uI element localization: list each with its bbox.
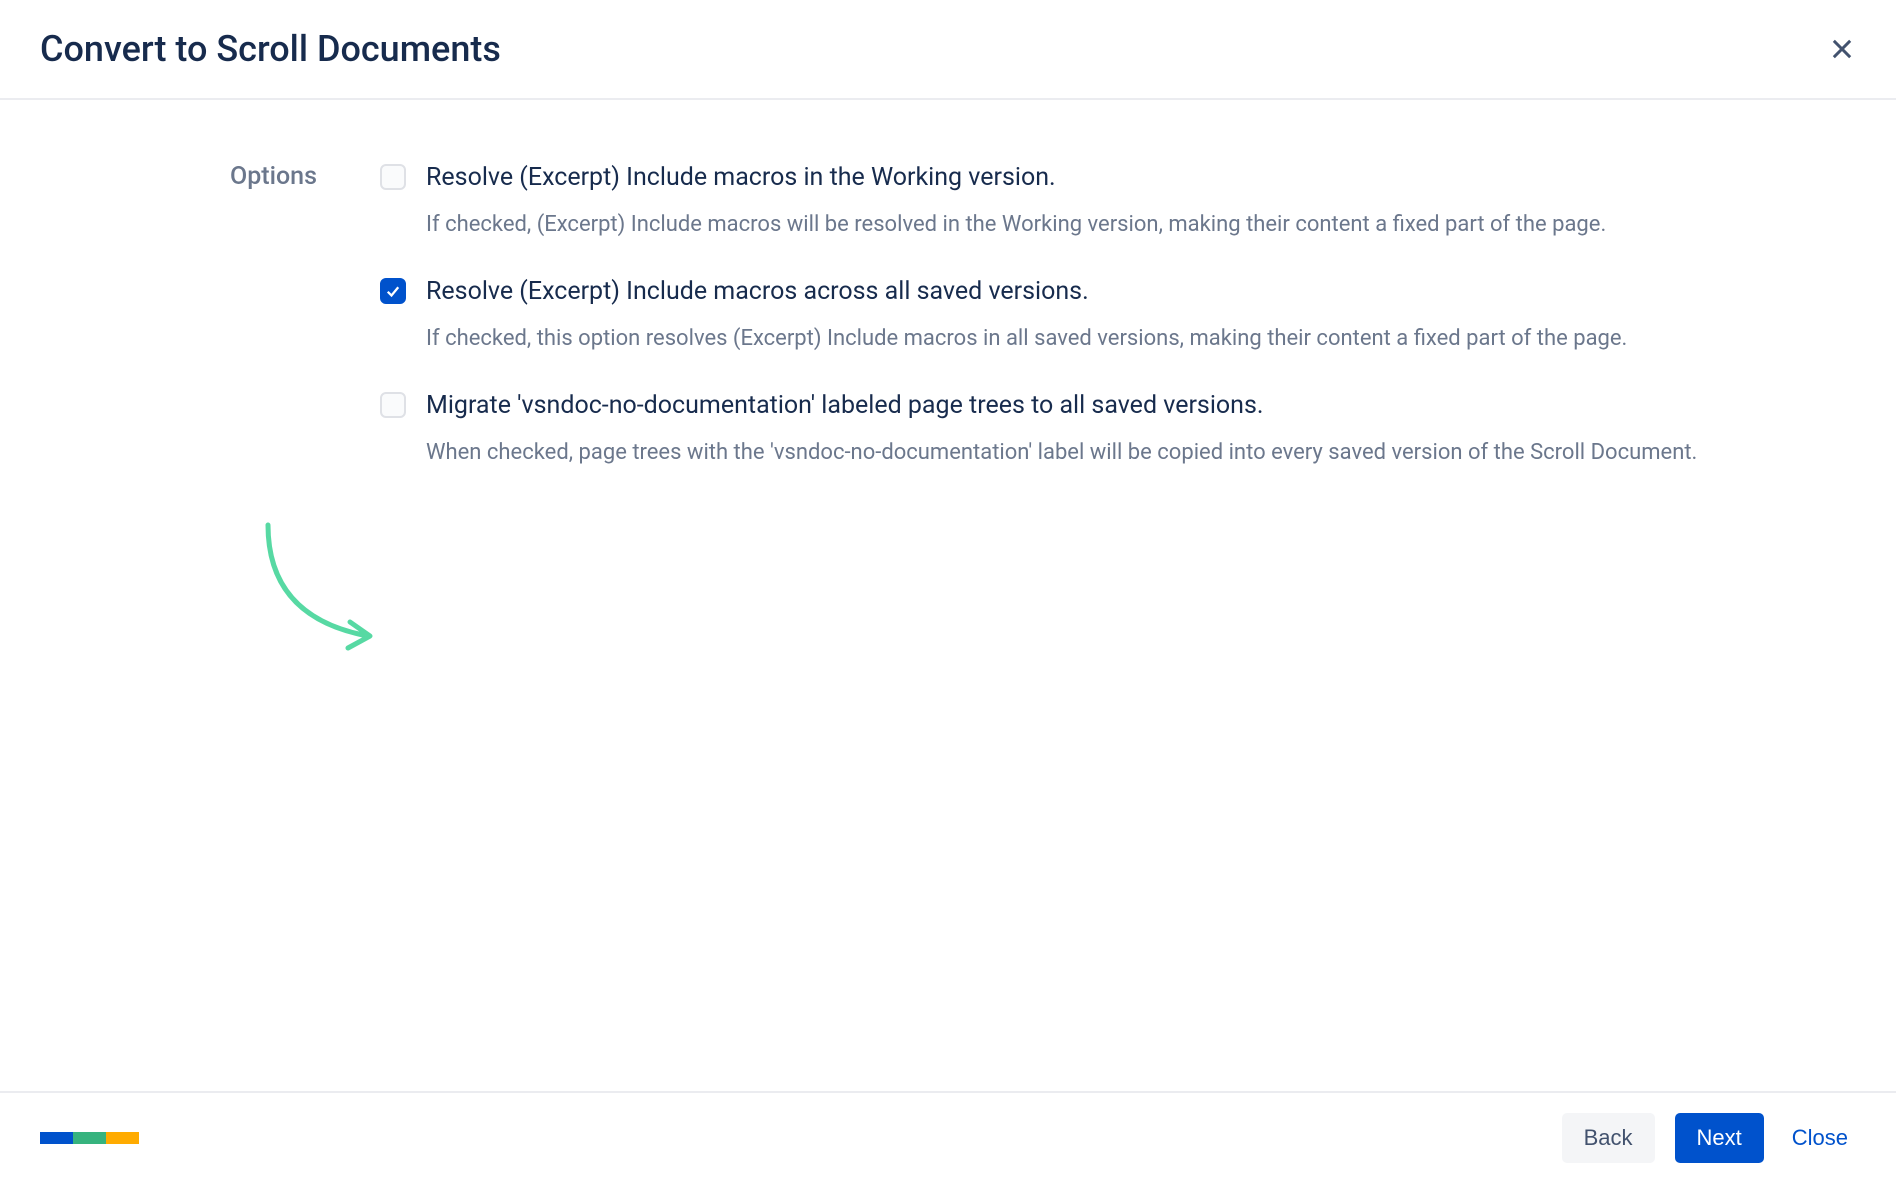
- dialog-footer: Back Next Close: [0, 1091, 1896, 1183]
- color-bar-yellow: [106, 1132, 139, 1144]
- brand-color-bars: [40, 1132, 139, 1144]
- dialog-header: Convert to Scroll Documents: [0, 0, 1896, 100]
- option-label: Migrate 'vsndoc-no-documentation' labele…: [426, 388, 1263, 423]
- option-description: If checked, this option resolves (Excerp…: [426, 321, 1836, 356]
- options-section-label: Options: [230, 162, 317, 191]
- color-bar-green: [73, 1132, 106, 1144]
- color-bar-blue: [40, 1132, 73, 1144]
- arrow-annotation-icon: [258, 520, 388, 660]
- option-description: When checked, page trees with the 'vsndo…: [426, 435, 1836, 470]
- dialog-title: Convert to Scroll Documents: [40, 28, 501, 70]
- close-icon[interactable]: [1828, 35, 1856, 63]
- close-button[interactable]: Close: [1784, 1113, 1856, 1163]
- option-label: Resolve (Excerpt) Include macros across …: [426, 274, 1089, 309]
- option-label: Resolve (Excerpt) Include macros in the …: [426, 160, 1056, 195]
- next-button[interactable]: Next: [1675, 1113, 1764, 1163]
- checkbox-resolve-all-saved[interactable]: [380, 278, 406, 304]
- option-resolve-working: Resolve (Excerpt) Include macros in the …: [380, 160, 1836, 242]
- checkbox-migrate-vsndoc[interactable]: [380, 392, 406, 418]
- dialog-content: Options Resolve (Excerpt) Include macros…: [0, 100, 1896, 471]
- checkbox-resolve-working[interactable]: [380, 164, 406, 190]
- back-button[interactable]: Back: [1562, 1113, 1655, 1163]
- option-resolve-all-saved: Resolve (Excerpt) Include macros across …: [380, 274, 1836, 356]
- footer-buttons: Back Next Close: [1562, 1113, 1856, 1163]
- option-migrate-vsndoc: Migrate 'vsndoc-no-documentation' labele…: [380, 388, 1836, 470]
- option-description: If checked, (Excerpt) Include macros wil…: [426, 207, 1836, 242]
- options-list: Resolve (Excerpt) Include macros in the …: [380, 160, 1836, 471]
